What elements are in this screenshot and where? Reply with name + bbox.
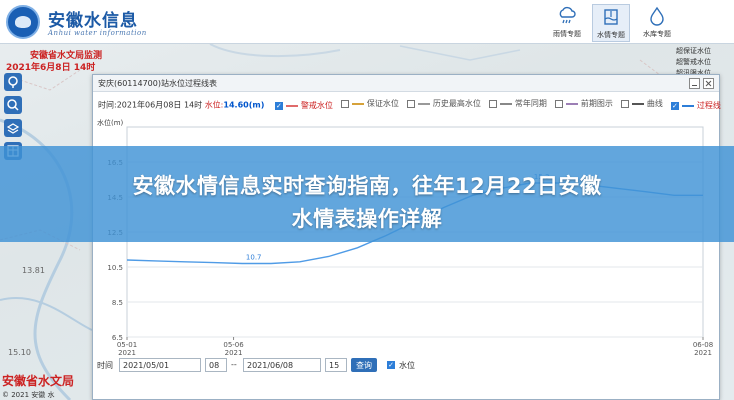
chart-option[interactable]: 过程线 [670, 100, 721, 111]
legend-item: 超保证水位 [676, 47, 711, 55]
map-tool-button[interactable] [4, 73, 22, 91]
nav-water-topic[interactable]: 水情专题 [592, 4, 630, 42]
chart-option[interactable]: 保证水位 [340, 98, 399, 109]
location-pin-icon [8, 76, 18, 88]
option-checkbox[interactable] [488, 99, 497, 108]
option-color-swatch [417, 102, 430, 105]
map-station-value: 15.10 [8, 348, 31, 357]
option-color-swatch [681, 104, 694, 107]
chart-option[interactable]: 曲线 [620, 98, 663, 109]
chart-option[interactable]: 历史最高水位 [406, 98, 481, 109]
water-level-value: 14.60(m) [223, 100, 265, 110]
end-date-input[interactable]: 2021/06/08 [243, 358, 321, 372]
y-tick-label: 10.5 [107, 264, 123, 272]
option-color-swatch [285, 104, 298, 107]
nav-label: 水库专题 [643, 30, 671, 38]
time-readout: 时间:2021年06月08日 14时 [98, 100, 203, 110]
nav-rain-topic[interactable]: 雨情专题 [548, 4, 586, 42]
range-separator: -- [231, 360, 237, 369]
chart-option[interactable]: 警戒水位 [274, 100, 333, 111]
option-checkbox[interactable] [670, 101, 679, 110]
water-level-label: 水位: [204, 100, 224, 110]
x-tick-label: 05-06 [223, 341, 244, 349]
site-subtitle: Anhui water information [48, 29, 147, 37]
legend-item: 超警戒水位 [676, 58, 711, 66]
nav-label: 水情专题 [597, 31, 625, 39]
site-header: 安徽水信息 Anhui water information 雨情专题 水情专题 … [0, 0, 734, 44]
y-tick-label: 8.5 [112, 299, 123, 307]
search-icon [7, 99, 19, 111]
start-hour-select[interactable]: 08 [205, 358, 227, 372]
x-tick-year: 2021 [118, 349, 136, 357]
close-button[interactable] [703, 78, 714, 89]
option-checkbox[interactable] [340, 99, 349, 108]
y-axis-label: 水位(m) [97, 118, 124, 127]
chart-option[interactable]: 常年同期 [488, 98, 547, 109]
map-footer: © 2021 安徽 水 [2, 391, 55, 399]
layers-icon [6, 123, 20, 134]
start-date-input[interactable]: 2021/05/01 [119, 358, 201, 372]
cloud-rain-icon [559, 6, 576, 24]
chart-info-row: 时间:2021年06月08日 14时 水位:14.60(m) 警戒水位 保证水位 历… [98, 98, 721, 111]
data-label: 10.7 [246, 254, 262, 262]
window-title: 安庆(60114700)站水位过程线表 [98, 79, 217, 88]
water-level-icon [604, 9, 618, 25]
option-label: 前期图示 [580, 99, 613, 108]
x-tick-year: 2021 [225, 349, 243, 357]
level-checkbox-label: 水位 [399, 361, 415, 370]
map-tool-button[interactable] [4, 119, 22, 137]
x-tick-label: 05-01 [117, 341, 137, 349]
bottom-org-logo: 安徽省水文局 [2, 374, 75, 388]
site-title: 安徽水信息 [48, 11, 138, 31]
x-tick-label: 06-08 [693, 341, 713, 349]
nav-label: 雨情专题 [553, 30, 581, 38]
option-checkbox[interactable] [620, 99, 629, 108]
query-button[interactable]: 查询 [351, 358, 377, 372]
option-label: 曲线 [646, 99, 663, 108]
option-label: 历史最高水位 [432, 99, 481, 108]
option-color-swatch [565, 102, 578, 105]
water-drop-icon [650, 6, 664, 26]
option-label: 保证水位 [366, 99, 399, 108]
minimize-button[interactable] [689, 78, 700, 89]
option-checkbox[interactable] [554, 99, 563, 108]
map-station-value: 13.81 [22, 266, 45, 275]
nav-reservoir-topic[interactable]: 水库专题 [638, 4, 676, 42]
banner-title-line-1: 安徽水情信息实时查询指南，往年12月22日安徽 [132, 174, 602, 198]
map-tool-button[interactable] [4, 96, 22, 114]
level-checkbox[interactable] [387, 361, 395, 369]
chart-option[interactable]: 前期图示 [554, 98, 613, 109]
option-color-swatch [351, 102, 364, 105]
option-color-swatch [499, 102, 512, 105]
time-label: 时间 [97, 361, 113, 370]
option-label: 过程线 [696, 101, 721, 110]
end-hour-select[interactable]: 15 [325, 358, 347, 372]
map-date-label: 2021年6月8日 14时 [6, 63, 96, 73]
banner-title-line-2: 水情表操作详解 [291, 207, 443, 231]
option-label: 常年同期 [514, 99, 547, 108]
x-tick-year: 2021 [694, 349, 712, 357]
option-checkbox[interactable] [274, 101, 283, 110]
site-logo[interactable] [6, 5, 40, 39]
option-checkbox[interactable] [406, 99, 415, 108]
window-titlebar[interactable]: 安庆(60114700)站水位过程线表 [93, 75, 719, 92]
option-label: 警戒水位 [300, 101, 333, 110]
option-color-swatch [631, 102, 644, 105]
